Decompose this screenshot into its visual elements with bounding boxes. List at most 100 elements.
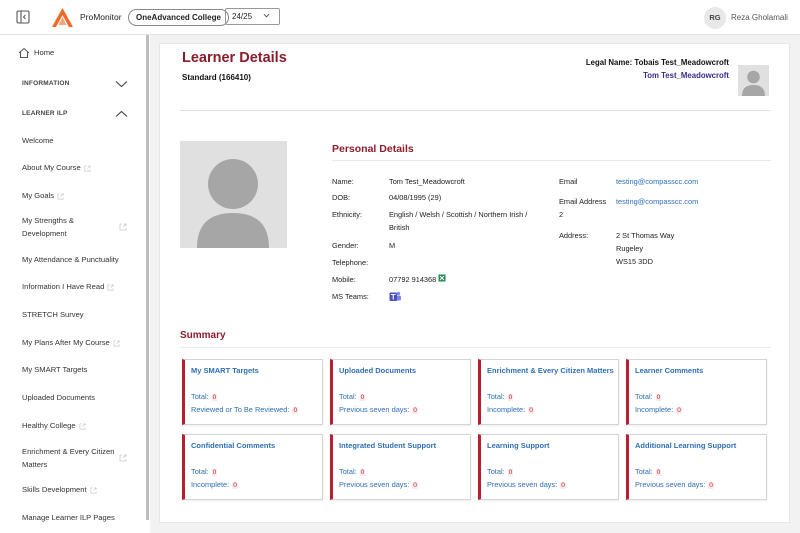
card-row-label: Total: (487, 392, 505, 401)
email-link[interactable]: testing@compasscc.com (616, 176, 698, 189)
sidebar-item-healthy-college[interactable]: Healthy College (22, 420, 86, 433)
card-row-label: Incomplete: (191, 480, 230, 489)
card-title[interactable]: Enrichment & Every Citizen Matters (487, 366, 614, 375)
home-icon (18, 47, 30, 58)
sidebar-scrollbar[interactable] (146, 35, 149, 520)
card-row-secondary[interactable]: Reviewed or To Be Reviewed: 0 (191, 405, 299, 414)
card-row-secondary[interactable]: Incomplete: 0 (191, 480, 238, 489)
summary-card-additional-learning-support[interactable]: Additional Learning Support Total: 0 Prev… (626, 434, 767, 500)
summary-card-learning-support[interactable]: Learning Support Total: 0 Previous seven … (478, 434, 619, 500)
card-row-label: Previous seven days: (339, 480, 410, 489)
card-row-secondary[interactable]: Previous seven days: 0 (635, 480, 714, 489)
year-select[interactable]: 24/25 (225, 8, 280, 25)
chevron-up-icon[interactable] (115, 110, 128, 118)
card-row-label: Total: (191, 392, 209, 401)
card-row-total[interactable]: Total: 0 (339, 467, 366, 476)
card-count: 0 (359, 394, 366, 401)
chevron-down-icon[interactable] (115, 80, 128, 88)
card-row-secondary[interactable]: Previous seven days: 0 (487, 480, 566, 489)
spreadsheet-icon[interactable] (438, 274, 446, 282)
sidebar-item-attendance[interactable]: My Attendance & Punctuality (22, 254, 119, 267)
user-avatar[interactable]: RG (704, 7, 726, 29)
ms-teams-icon[interactable] (389, 291, 401, 302)
sidebar-item-skills-development[interactable]: Skills Development (22, 484, 97, 497)
summary-card-integrated-student-support[interactable]: Integrated Student Support Total: 0 Previ… (330, 434, 471, 500)
card-title[interactable]: Additional Learning Support (635, 441, 736, 450)
sidebar-item-label: Skills Development (22, 485, 87, 494)
sidebar-item-manage-ilp-pages[interactable]: Manage Learner ILP Pages (22, 512, 115, 525)
card-title[interactable]: Uploaded Documents (339, 366, 416, 375)
legal-name: Legal Name: Tobais Test_Meadowcroft (585, 58, 729, 67)
card-row-label: Total: (339, 392, 357, 401)
sidebar-item-strengths-line1[interactable]: My Strengths & (22, 215, 74, 228)
card-count: 0 (655, 469, 662, 476)
card-title[interactable]: Learner Comments (635, 366, 703, 375)
card-count: 0 (232, 482, 238, 489)
card-count: 0 (292, 407, 299, 414)
card-row-label: Previous seven days: (487, 480, 558, 489)
card-row-total[interactable]: Total: 0 (339, 392, 366, 401)
college-selector[interactable]: OneAdvanced College (128, 9, 229, 26)
person-silhouette-icon (197, 159, 269, 248)
card-row-secondary[interactable]: Incomplete: 0 (635, 405, 682, 414)
card-count: 0 (528, 407, 534, 414)
address-line3: WS15 3DD (616, 257, 653, 266)
chevron-down-icon (263, 13, 270, 18)
card-title[interactable]: Learning Support (487, 441, 550, 450)
horizontal-scroll-track (150, 523, 800, 533)
summary-card-learner-comments[interactable]: Learner Comments Total: 0 Incomplete: 0 (626, 359, 767, 425)
card-row-label: Reviewed or To Be Reviewed: (191, 405, 290, 414)
sidebar-item-my-goals[interactable]: My Goals (22, 190, 64, 203)
card-count: 0 (507, 394, 514, 401)
card-title[interactable]: My SMART Targets (191, 366, 259, 375)
card-row-total[interactable]: Total: 0 (487, 467, 514, 476)
sidebar-toggle-icon[interactable] (16, 10, 30, 24)
external-link-icon (107, 284, 114, 290)
sidebar-item-uploaded-documents[interactable]: Uploaded Documents (22, 392, 95, 405)
sidebar-item-home[interactable]: Home (34, 47, 54, 60)
sidebar-item-information-read[interactable]: Information I Have Read (22, 281, 114, 294)
sidebar-section-information[interactable]: INFORMATION (22, 80, 70, 87)
summary-card-confidential-comments[interactable]: Confidential Comments Total: 0 Incomplete… (182, 434, 323, 500)
sidebar-item-welcome[interactable]: Welcome (22, 135, 54, 148)
sidebar-item-smart-targets[interactable]: My SMART Targets (22, 364, 87, 377)
card-row-total[interactable]: Total: 0 (635, 392, 662, 401)
display-name-link[interactable]: Tom Test_Meadowcroft (643, 71, 729, 80)
sidebar-item-label: Information I Have Read (22, 282, 105, 291)
user-name[interactable]: Reza Gholamali (731, 13, 788, 22)
email2-label-line2: 2 (559, 210, 564, 219)
card-row-secondary[interactable]: Previous seven days: 0 (339, 405, 418, 414)
sidebar-item-enrichment-line2[interactable]: Matters (22, 459, 47, 472)
external-link-icon (84, 165, 91, 171)
summary-card-smart-targets[interactable]: My SMART Targets Total: 0 Reviewed or To … (182, 359, 323, 425)
email-label: Email (559, 177, 578, 186)
sidebar-section-learner-ilp[interactable]: LEARNER ILP (22, 110, 68, 117)
card-row-total[interactable]: Total: 0 (487, 392, 514, 401)
card-row-secondary[interactable]: Incomplete: 0 (487, 405, 534, 414)
card-row-label: Incomplete: (487, 405, 526, 414)
learner-photo (180, 141, 287, 248)
card-title[interactable]: Integrated Student Support (339, 441, 436, 450)
card-count: 0 (507, 469, 514, 476)
card-title[interactable]: Confidential Comments (191, 441, 275, 450)
summary-card-uploaded-documents[interactable]: Uploaded Documents Total: 0 Previous seve… (330, 359, 471, 425)
sidebar-item-strengths-line2[interactable]: Development (22, 228, 67, 241)
card-row-total[interactable]: Total: 0 (191, 392, 218, 401)
summary-card-enrichment[interactable]: Enrichment & Every Citizen Matters Total… (478, 359, 619, 425)
card-row-secondary[interactable]: Previous seven days: 0 (339, 480, 418, 489)
email2-link[interactable]: testing@compasscc.com (616, 196, 698, 209)
sidebar-item-enrichment-line1[interactable]: Enrichment & Every Citizen (22, 446, 114, 459)
ethnicity-label: Ethnicity: (332, 210, 362, 219)
address-label: Address: (559, 231, 589, 240)
sidebar-item-plans-after-course[interactable]: My Plans After My Course (22, 337, 120, 350)
sidebar-item-stretch-survey[interactable]: STRETCH Survey (22, 309, 84, 322)
dob-value: 04/08/1995 (29) (389, 193, 442, 202)
card-row-total[interactable]: Total: 0 (635, 467, 662, 476)
sidebar-item-about-my-course[interactable]: About My Course (22, 162, 91, 175)
mobile-label: Mobile: (332, 275, 356, 284)
card-row-label: Previous seven days: (339, 405, 410, 414)
email2-label-line1: Email Address (559, 197, 607, 206)
card-row-label: Incomplete: (635, 405, 674, 414)
card-row-total[interactable]: Total: 0 (191, 467, 218, 476)
card-row-label: Total: (635, 392, 653, 401)
